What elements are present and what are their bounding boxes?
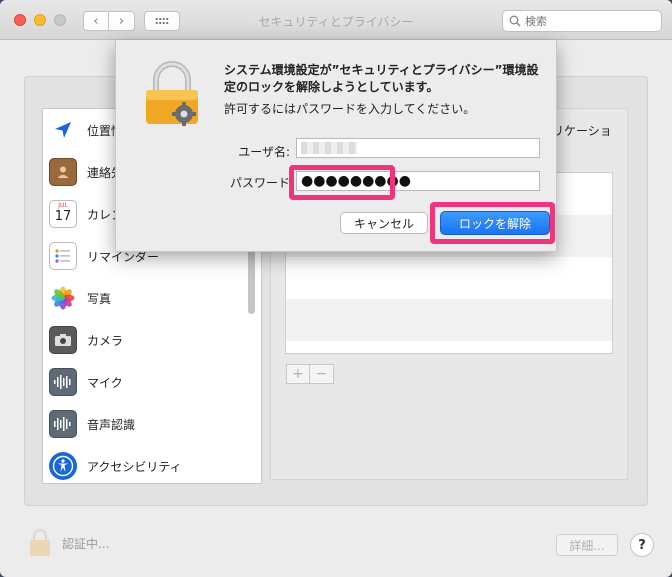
speech-waveform-icon bbox=[49, 410, 77, 438]
dialog-title: システム環境設定が”セキュリティとプライバシー”環境設定のロックを解除しようとし… bbox=[224, 63, 539, 94]
password-label: パスワード bbox=[229, 176, 290, 190]
zoom-window-button[interactable] bbox=[54, 14, 66, 26]
reminders-list-icon bbox=[49, 242, 77, 270]
lock-status-label: 認証中... bbox=[62, 536, 110, 551]
username-label: ユーザ名: bbox=[238, 145, 290, 159]
padlock-icon bbox=[146, 61, 198, 126]
sidebar-item-label: カメラ bbox=[87, 333, 124, 348]
calendar-icon: JUL 17 bbox=[49, 200, 77, 228]
advanced-button[interactable]: 詳細... bbox=[556, 534, 618, 556]
padlock-icon bbox=[30, 528, 50, 556]
chevron-left-icon: ‹ bbox=[93, 13, 99, 29]
search-icon bbox=[509, 15, 521, 27]
blurred-username bbox=[301, 142, 357, 154]
sidebar-item-accessibility[interactable]: アクセシビリティ bbox=[43, 445, 261, 483]
calendar-day: 17 bbox=[54, 209, 72, 224]
remove-app-button[interactable]: − bbox=[310, 364, 334, 384]
sidebar-item-speech-recognition[interactable]: 音声認識 bbox=[43, 403, 261, 445]
sidebar-item-label: マイク bbox=[87, 375, 123, 390]
close-window-button[interactable] bbox=[14, 14, 26, 26]
contacts-book-icon bbox=[49, 158, 77, 186]
help-button[interactable]: ? bbox=[630, 533, 654, 557]
add-app-button[interactable]: + bbox=[286, 364, 310, 384]
camera-icon bbox=[49, 326, 77, 354]
search-field[interactable] bbox=[502, 10, 662, 32]
list-item[interactable] bbox=[286, 257, 612, 299]
lock-button[interactable]: 認証中... bbox=[28, 528, 109, 558]
sidebar-item-camera[interactable]: カメラ bbox=[43, 319, 261, 361]
chevron-right-icon: › bbox=[118, 13, 125, 29]
photos-flower-icon bbox=[49, 284, 77, 312]
title-bar: ‹ › セキュリティとプライバシー bbox=[0, 0, 672, 40]
window-title: セキュリティとプライバシー bbox=[258, 15, 414, 29]
back-button[interactable]: ‹ bbox=[83, 11, 109, 31]
forward-button[interactable]: › bbox=[109, 11, 135, 31]
minimize-window-button[interactable] bbox=[34, 14, 46, 26]
cancel-button[interactable]: キャンセル bbox=[340, 212, 428, 234]
sidebar-item-microphone[interactable]: マイク bbox=[43, 361, 261, 403]
sidebar-item-photos[interactable]: 写真 bbox=[43, 277, 261, 319]
microphone-waveform-icon bbox=[49, 368, 77, 396]
grid-icon bbox=[155, 17, 169, 25]
sidebar-item-label: アクセシビリティ bbox=[87, 459, 182, 474]
accessibility-icon bbox=[49, 452, 77, 480]
search-input[interactable] bbox=[525, 14, 655, 28]
show-all-button[interactable] bbox=[144, 11, 180, 31]
sidebar-item-label: 写真 bbox=[87, 291, 112, 306]
password-highlight-box bbox=[289, 165, 395, 200]
panel-header: リケーショ bbox=[552, 124, 612, 138]
list-add-remove-controls: + − bbox=[286, 364, 334, 384]
sidebar-item-label: 音声認識 bbox=[87, 417, 136, 432]
dialog-subtitle: 許可するにはパスワードを入力してください。 bbox=[224, 102, 476, 116]
unlock-highlight-box bbox=[430, 202, 555, 244]
username-field[interactable] bbox=[296, 138, 540, 158]
location-arrow-icon bbox=[49, 116, 77, 144]
list-item[interactable] bbox=[286, 299, 612, 341]
preferences-window: ‹ › セキュリティとプライバシー 位置情 連絡先 JUL 17 bbox=[0, 0, 672, 577]
